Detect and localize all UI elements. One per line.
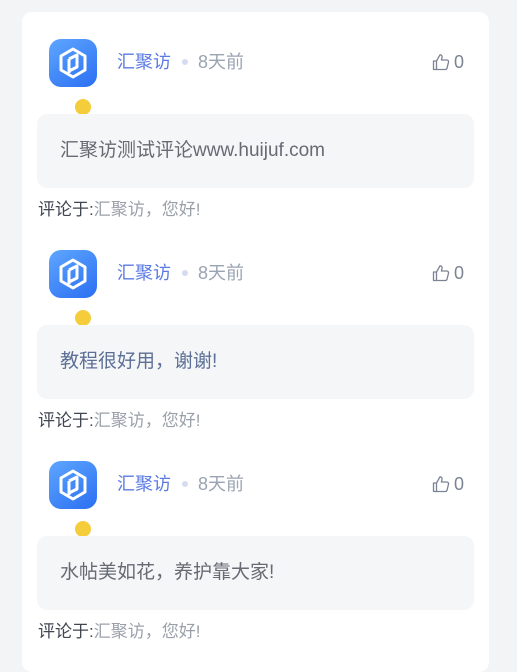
comment-author[interactable]: 汇聚访 <box>117 472 171 496</box>
comment-text: 教程很好用，谢谢! <box>60 351 218 372</box>
thumbs-up-icon <box>432 476 450 493</box>
reply-target-link[interactable]: 汇聚访，您好! <box>94 411 201 430</box>
reply-label: 评论于: <box>38 200 94 219</box>
comment-time: 8天前 <box>198 474 245 494</box>
separator-dot <box>182 481 188 487</box>
comment-author[interactable]: 汇聚访 <box>117 50 171 74</box>
reply-info: 评论于:汇聚访，您好! <box>38 620 200 644</box>
separator-dot <box>182 270 188 276</box>
reply-target-link[interactable]: 汇聚访，您好! <box>94 200 201 219</box>
like-count: 0 <box>454 474 465 494</box>
separator-dot <box>182 59 188 65</box>
site-logo-icon <box>59 47 87 79</box>
like-count: 0 <box>454 263 465 283</box>
reply-label: 评论于: <box>38 622 94 641</box>
comment-bubble: 水帖美如花，养护靠大家! <box>37 536 474 610</box>
comment-item: 汇聚访 8天前 0 汇聚访测试评论www.huijuf.com 评论于:汇聚访，… <box>22 12 489 223</box>
avatar[interactable] <box>49 250 97 327</box>
comment-bubble: 教程很好用，谢谢! <box>37 325 474 399</box>
comment-list: 汇聚访 8天前 0 汇聚访测试评论www.huijuf.com 评论于:汇聚访，… <box>22 12 489 672</box>
reply-info: 评论于:汇聚访，您好! <box>38 409 200 433</box>
comment-text: 水帖美如花，养护靠大家! <box>60 562 275 583</box>
thumbs-up-icon <box>432 265 450 282</box>
reply-target-link[interactable]: 汇聚访，您好! <box>94 622 201 641</box>
avatar[interactable] <box>49 461 97 538</box>
reply-label: 评论于: <box>38 411 94 430</box>
comment-time: 8天前 <box>198 52 245 72</box>
site-logo-icon <box>59 258 87 290</box>
comment-item: 汇聚访 8天前 0 水帖美如花，养护靠大家! 评论于:汇聚访，您好! <box>22 434 489 645</box>
comment-text: 汇聚访测试评论www.huijuf.com <box>60 140 325 161</box>
reply-info: 评论于:汇聚访，您好! <box>38 198 200 222</box>
like-button[interactable]: 0 <box>432 261 464 285</box>
thumbs-up-icon <box>432 54 450 71</box>
comment-bubble: 汇聚访测试评论www.huijuf.com <box>37 114 474 188</box>
like-button[interactable]: 0 <box>432 472 464 496</box>
like-count: 0 <box>454 52 465 72</box>
comment-author[interactable]: 汇聚访 <box>117 261 171 285</box>
site-logo-icon <box>59 469 87 501</box>
avatar[interactable] <box>49 39 97 116</box>
comment-item: 汇聚访 8天前 0 教程很好用，谢谢! 评论于:汇聚访，您好! <box>22 223 489 434</box>
comment-time: 8天前 <box>198 263 245 283</box>
like-button[interactable]: 0 <box>432 50 464 74</box>
